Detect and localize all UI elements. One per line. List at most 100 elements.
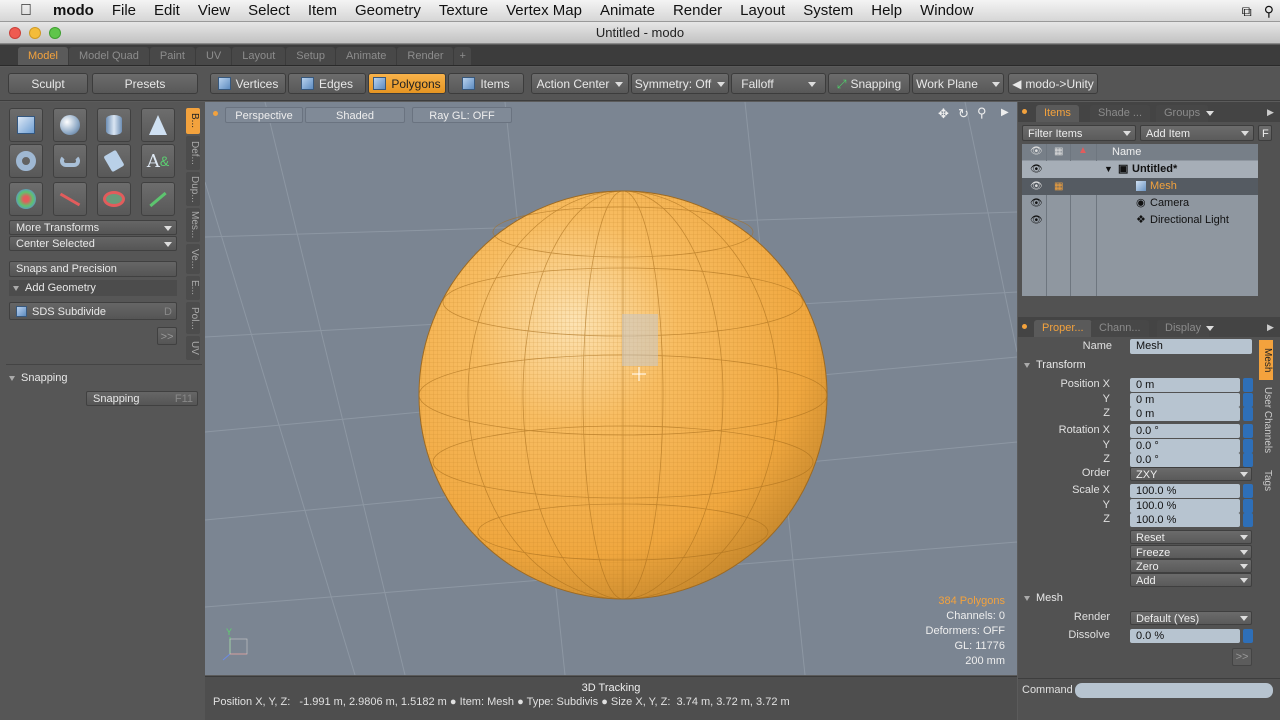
zero-dropdown[interactable]: Zero	[1130, 559, 1252, 573]
scale-z-field[interactable]: 100.0 %	[1130, 513, 1240, 527]
name-field[interactable]: Mesh	[1130, 339, 1252, 354]
add-item-dropdown[interactable]: Add Item	[1140, 125, 1254, 141]
cone-tool-icon[interactable]	[141, 108, 175, 142]
item-row-camera[interactable]: 👁 ◉ Camera	[1022, 195, 1258, 212]
tab-model[interactable]: Model	[18, 47, 68, 65]
position-y-field[interactable]: 0 m	[1130, 393, 1240, 407]
rotate-tool-icon[interactable]	[53, 182, 87, 216]
item-row-scene[interactable]: 👁 ▼ ▣ Untitled*	[1022, 161, 1258, 178]
add-dropdown[interactable]: Add	[1130, 573, 1252, 587]
menu-render[interactable]: Render	[664, 0, 731, 22]
symmetry-dropdown[interactable]: Symmetry: Off	[631, 73, 729, 94]
tab-properties[interactable]: Proper...	[1034, 320, 1092, 337]
side-tab-user-channels[interactable]: User Channels	[1259, 384, 1273, 456]
tab-paint[interactable]: Paint	[149, 47, 195, 65]
falloff-dropdown[interactable]: Falloff	[731, 73, 826, 94]
side-tab-uv[interactable]: UV	[186, 336, 200, 360]
collapse-triangle-icon[interactable]: ▼	[1104, 161, 1113, 178]
vertices-mode-button[interactable]: Vertices	[210, 73, 286, 94]
side-tab-vertex[interactable]: Ve...	[186, 244, 200, 274]
viewport-menu-icon[interactable]	[213, 111, 218, 116]
torus-tool-icon[interactable]	[9, 144, 43, 178]
position-y-stepper[interactable]	[1243, 393, 1253, 407]
sphere-mesh[interactable]	[418, 190, 828, 600]
transform-tool-icon[interactable]	[141, 182, 175, 216]
tab-uv[interactable]: UV	[195, 47, 232, 65]
scale-y-field[interactable]: 100.0 %	[1130, 499, 1240, 513]
item-row-light[interactable]: 👁 ❖ Directional Light	[1022, 212, 1258, 229]
side-tab-mesh[interactable]: Mesh	[1259, 340, 1273, 380]
text-tool-icon[interactable]: A &	[141, 144, 175, 178]
command-input[interactable]	[1075, 683, 1273, 698]
chevron-down-icon[interactable]	[1206, 111, 1214, 116]
side-tab-polygon[interactable]: Pol...	[186, 302, 200, 334]
rotation-z-stepper[interactable]	[1243, 453, 1253, 467]
panel-menu-icon[interactable]	[1022, 324, 1027, 329]
rotation-y-field[interactable]: 0.0 °	[1130, 439, 1240, 453]
modo-unity-button[interactable]: ◀ modo->Unity	[1008, 73, 1098, 94]
zoom-icon[interactable]: ⚲	[977, 105, 987, 121]
dissolve-field[interactable]: 0.0 %	[1130, 629, 1240, 643]
menu-app[interactable]: modo	[44, 0, 103, 22]
menu-vertex-map[interactable]: Vertex Map	[497, 0, 591, 22]
menu-animate[interactable]: Animate	[591, 0, 664, 22]
lock-icon[interactable]: ▦	[1054, 178, 1063, 195]
sculpt-button[interactable]: Sculpt	[8, 73, 88, 94]
scale-x-stepper[interactable]	[1243, 484, 1253, 498]
panel-expand-icon[interactable]: ▶	[1267, 322, 1274, 333]
pen-tool-icon[interactable]	[97, 144, 131, 178]
side-tab-deform[interactable]: Def...	[186, 136, 200, 170]
more-properties-button[interactable]: >>	[1232, 648, 1252, 666]
scale-z-stepper[interactable]	[1243, 513, 1253, 527]
tab-groups[interactable]: Groups	[1156, 105, 1209, 122]
pan-icon[interactable]: ✥	[938, 106, 949, 122]
3d-viewport[interactable]: Y Perspective Shaded Ray GL: OFF ✥ ↻ ⚲ ▶…	[205, 102, 1017, 675]
minimize-window-button[interactable]	[29, 27, 41, 39]
eye-icon[interactable]: 👁	[1030, 161, 1043, 178]
snapping-section[interactable]: Snapping	[9, 372, 68, 384]
shaded-dropdown[interactable]: Shaded	[305, 107, 405, 123]
scale-tool-icon[interactable]	[97, 182, 131, 216]
order-dropdown[interactable]: ZXY	[1130, 467, 1252, 481]
cylinder-tool-icon[interactable]	[97, 108, 131, 142]
rotation-x-stepper[interactable]	[1243, 424, 1253, 438]
menu-edit[interactable]: Edit	[145, 0, 189, 22]
viewport-expand-icon[interactable]: ▶	[1001, 107, 1009, 118]
side-tab-tags[interactable]: Tags	[1259, 468, 1273, 494]
tab-animate[interactable]: Animate	[336, 47, 397, 65]
edges-mode-button[interactable]: Edges	[288, 73, 366, 94]
tube-tool-icon[interactable]	[53, 144, 87, 178]
menu-view[interactable]: View	[189, 0, 239, 22]
tab-items[interactable]: Items	[1036, 105, 1079, 122]
tab-shader-tree[interactable]: Shade ...	[1090, 105, 1151, 122]
render-dropdown[interactable]: Default (Yes)	[1130, 611, 1252, 625]
snapping-button[interactable]: Snapping F11	[86, 391, 198, 406]
panel-expand-icon[interactable]: ▶	[1267, 107, 1274, 118]
apple-icon[interactable]: 	[0, 0, 44, 22]
presets-button[interactable]: Presets	[92, 73, 198, 94]
spotlight-search-icon[interactable]: ⚲	[1258, 0, 1280, 22]
action-center-dropdown[interactable]: Action Center	[531, 73, 629, 94]
menu-texture[interactable]: Texture	[430, 0, 497, 22]
position-z-field[interactable]: 0 m	[1130, 407, 1240, 421]
position-z-stepper[interactable]	[1243, 407, 1253, 421]
reset-dropdown[interactable]: Reset	[1130, 530, 1252, 544]
move-tool-icon[interactable]	[9, 182, 43, 216]
menu-system[interactable]: System	[794, 0, 862, 22]
rotation-x-field[interactable]: 0.0 °	[1130, 424, 1240, 438]
perspective-dropdown[interactable]: Perspective	[225, 107, 303, 123]
menu-select[interactable]: Select	[239, 0, 299, 22]
snapping-toggle[interactable]: ⤢ Snapping	[828, 73, 910, 94]
position-x-field[interactable]: 0 m	[1130, 378, 1240, 392]
sphere-tool-icon[interactable]	[53, 108, 87, 142]
polygons-mode-button[interactable]: Polygons	[368, 73, 446, 94]
add-geometry-section[interactable]: Add Geometry	[9, 280, 177, 296]
zoom-window-button[interactable]	[49, 27, 61, 39]
scale-y-stepper[interactable]	[1243, 499, 1253, 513]
item-row-mesh[interactable]: 👁 ▦ Mesh	[1022, 178, 1258, 195]
menu-file[interactable]: File	[103, 0, 145, 22]
side-tab-edge[interactable]: E...	[186, 276, 200, 300]
tab-model-quad[interactable]: Model Quad	[68, 47, 149, 65]
tab-layout[interactable]: Layout	[232, 47, 286, 65]
orbit-icon[interactable]: ↻	[958, 106, 969, 122]
